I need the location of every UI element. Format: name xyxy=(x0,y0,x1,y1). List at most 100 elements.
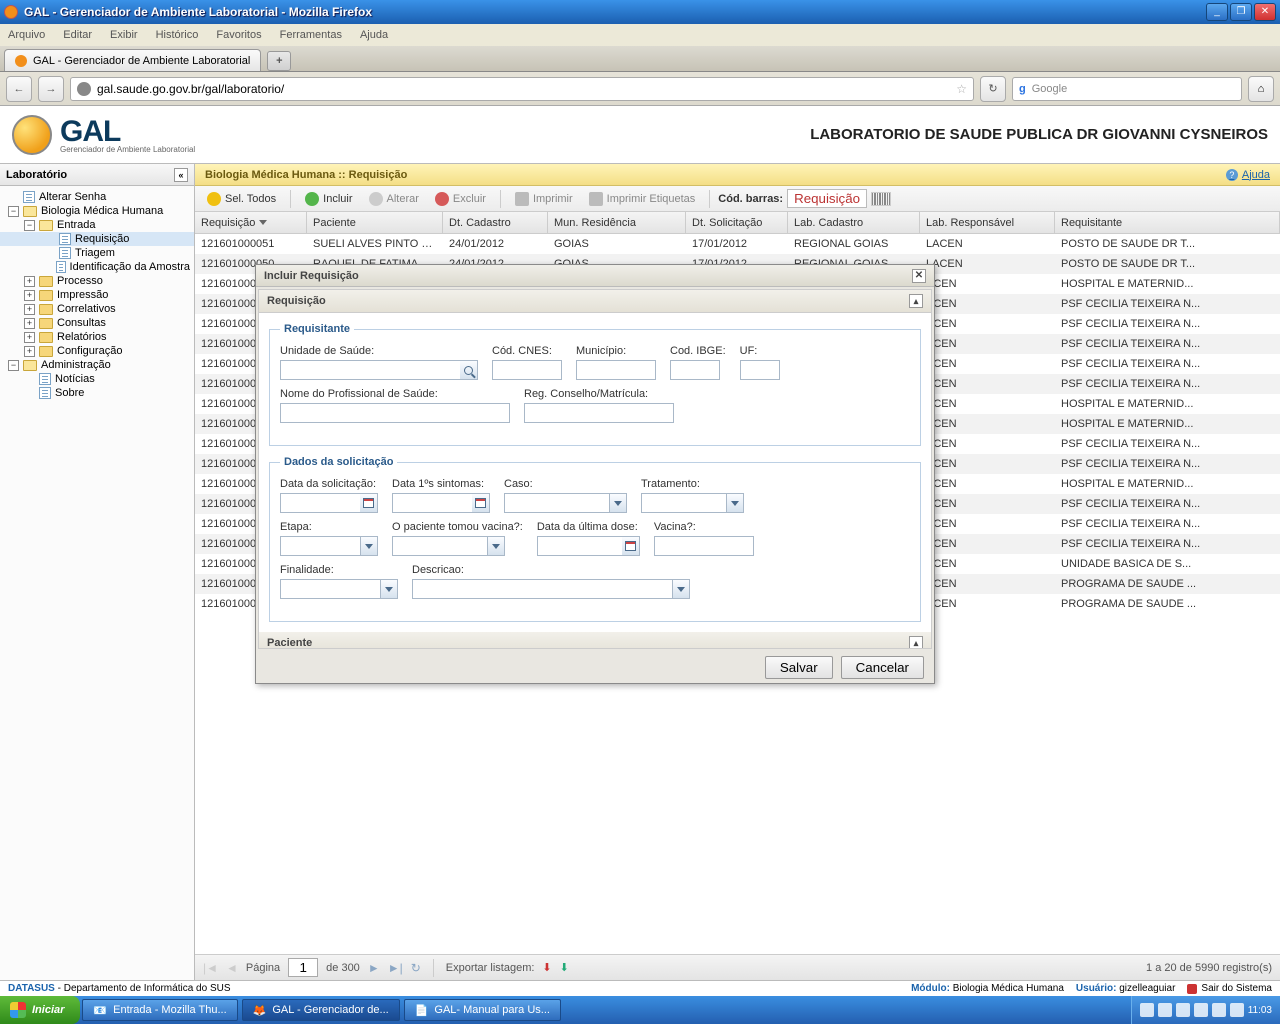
export-pdf-icon[interactable]: ⬇ xyxy=(542,961,551,974)
forward-button[interactable]: → xyxy=(38,76,64,102)
col-requisicao[interactable]: Requisição xyxy=(195,212,307,233)
col-lab-responsavel[interactable]: Lab. Responsável xyxy=(920,212,1055,233)
taskbar-item[interactable]: 📧Entrada - Mozilla Thu... xyxy=(82,999,237,1021)
excluir-button[interactable]: Excluir xyxy=(429,190,492,208)
finalidade-input[interactable] xyxy=(280,579,380,599)
dropdown-button[interactable] xyxy=(672,579,690,599)
tray-icon[interactable] xyxy=(1230,1003,1244,1017)
vacina-input[interactable] xyxy=(654,536,754,556)
back-button[interactable]: ← xyxy=(6,76,32,102)
tree-configuracao[interactable]: +Configuração xyxy=(0,344,194,358)
start-button[interactable]: Iniciar xyxy=(0,996,80,1024)
tree-correlativos[interactable]: +Correlativos xyxy=(0,302,194,316)
imprimir-etiquetas-button[interactable]: Imprimir Etiquetas xyxy=(583,190,702,208)
dialog-close-button[interactable]: ✕ xyxy=(912,269,926,283)
col-mun-residencia[interactable]: Mun. Residência xyxy=(548,212,686,233)
lookup-button[interactable] xyxy=(460,360,478,380)
tratamento-input[interactable] xyxy=(641,493,726,513)
prev-page-button[interactable]: ◄ xyxy=(226,961,238,975)
collapse-panel-button[interactable]: ▴ xyxy=(909,294,923,308)
caso-input[interactable] xyxy=(504,493,609,513)
tray-icon[interactable] xyxy=(1158,1003,1172,1017)
tree-biologia-medica[interactable]: −Biologia Médica Humana xyxy=(0,204,194,218)
barcode-input[interactable] xyxy=(787,189,867,208)
tree-ident-amostra[interactable]: Identificação da Amostra xyxy=(0,260,194,274)
tree-entrada[interactable]: −Entrada xyxy=(0,218,194,232)
prof-saude-input[interactable] xyxy=(280,403,510,423)
export-xls-icon[interactable]: ⬇ xyxy=(560,961,569,974)
menu-favoritos[interactable]: Favoritos xyxy=(216,29,261,41)
col-requisitante[interactable]: Requisitante xyxy=(1055,212,1280,233)
tree-requisicao[interactable]: Requisição xyxy=(0,232,194,246)
col-paciente[interactable]: Paciente xyxy=(307,212,443,233)
reg-conselho-input[interactable] xyxy=(524,403,674,423)
ultima-dose-input[interactable] xyxy=(537,536,622,556)
tray-icon[interactable] xyxy=(1140,1003,1154,1017)
system-tray[interactable]: 11:03 xyxy=(1131,996,1280,1024)
tree-impressao[interactable]: +Impressão xyxy=(0,288,194,302)
help-link[interactable]: Ajuda xyxy=(1226,169,1270,181)
tree-processo[interactable]: +Processo xyxy=(0,274,194,288)
tray-icon[interactable] xyxy=(1176,1003,1190,1017)
last-page-button[interactable]: ►| xyxy=(388,961,403,975)
dropdown-button[interactable] xyxy=(609,493,627,513)
calendar-button[interactable] xyxy=(622,536,640,556)
menu-editar[interactable]: Editar xyxy=(63,29,92,41)
tree-administracao[interactable]: −Administração xyxy=(0,358,194,372)
taskbar-item[interactable]: 📄GAL- Manual para Us... xyxy=(404,999,561,1021)
panel-requisicao-header[interactable]: Requisição ▴ xyxy=(259,290,931,313)
tree-relatorios[interactable]: +Relatórios xyxy=(0,330,194,344)
tray-icon[interactable] xyxy=(1212,1003,1226,1017)
alterar-button[interactable]: Alterar xyxy=(363,190,425,208)
table-row[interactable]: 121601000051SUELI ALVES PINTO MA...24/01… xyxy=(195,234,1280,254)
cod-cnes-input[interactable] xyxy=(492,360,562,380)
select-all-button[interactable]: Sel. Todos xyxy=(201,190,282,208)
tree-noticias[interactable]: Notícias xyxy=(0,372,194,386)
home-button[interactable]: ⌂ xyxy=(1248,76,1274,102)
first-page-button[interactable]: |◄ xyxy=(203,961,218,975)
tree-consultas[interactable]: +Consultas xyxy=(0,316,194,330)
restore-button[interactable]: ❐ xyxy=(1230,3,1252,21)
collapse-sidebar-button[interactable]: « xyxy=(174,168,188,182)
browser-tab[interactable]: GAL - Gerenciador de Ambiente Laboratori… xyxy=(4,49,261,71)
dialog-titlebar[interactable]: Incluir Requisição ✕ xyxy=(256,265,934,287)
tree-alterar-senha[interactable]: Alterar Senha xyxy=(0,190,194,204)
url-input[interactable]: gal.saude.go.gov.br/gal/laboratorio/ ☆ xyxy=(70,77,974,101)
col-lab-cadastro[interactable]: Lab. Cadastro xyxy=(788,212,920,233)
menu-exibir[interactable]: Exibir xyxy=(110,29,138,41)
unidade-saude-input[interactable] xyxy=(280,360,460,380)
barcode-icon[interactable] xyxy=(871,192,891,206)
refresh-button[interactable]: ↻ xyxy=(411,961,421,975)
cod-ibge-input[interactable] xyxy=(670,360,720,380)
close-button[interactable]: ✕ xyxy=(1254,3,1276,21)
search-input[interactable]: g Google xyxy=(1012,77,1242,101)
taskbar-item[interactable]: 🦊GAL - Gerenciador de... xyxy=(242,999,400,1021)
dropdown-button[interactable] xyxy=(726,493,744,513)
etapa-input[interactable] xyxy=(280,536,360,556)
dropdown-button[interactable] xyxy=(360,536,378,556)
vacina-q-input[interactable] xyxy=(392,536,487,556)
tray-icon[interactable] xyxy=(1194,1003,1208,1017)
menu-arquivo[interactable]: Arquivo xyxy=(8,29,45,41)
panel-paciente-header[interactable]: Paciente ▴ xyxy=(259,632,931,649)
salvar-button[interactable]: Salvar xyxy=(765,656,833,679)
col-dt-solicitacao[interactable]: Dt. Solicitação xyxy=(686,212,788,233)
descricao-input[interactable] xyxy=(412,579,672,599)
collapse-panel-button[interactable]: ▴ xyxy=(909,636,923,649)
calendar-button[interactable] xyxy=(472,493,490,513)
municipio-input[interactable] xyxy=(576,360,656,380)
dropdown-button[interactable] xyxy=(487,536,505,556)
incluir-button[interactable]: Incluir xyxy=(299,190,358,208)
minimize-button[interactable]: _ xyxy=(1206,3,1228,21)
menu-ferramentas[interactable]: Ferramentas xyxy=(280,29,342,41)
next-page-button[interactable]: ► xyxy=(368,961,380,975)
new-tab-button[interactable]: + xyxy=(267,51,291,71)
page-input[interactable] xyxy=(288,958,318,977)
tree-triagem[interactable]: Triagem xyxy=(0,246,194,260)
imprimir-button[interactable]: Imprimir xyxy=(509,190,579,208)
reload-button[interactable]: ↻ xyxy=(980,76,1006,102)
menu-ajuda[interactable]: Ajuda xyxy=(360,29,388,41)
data-sintomas-input[interactable] xyxy=(392,493,472,513)
data-solicitacao-input[interactable] xyxy=(280,493,360,513)
calendar-button[interactable] xyxy=(360,493,378,513)
